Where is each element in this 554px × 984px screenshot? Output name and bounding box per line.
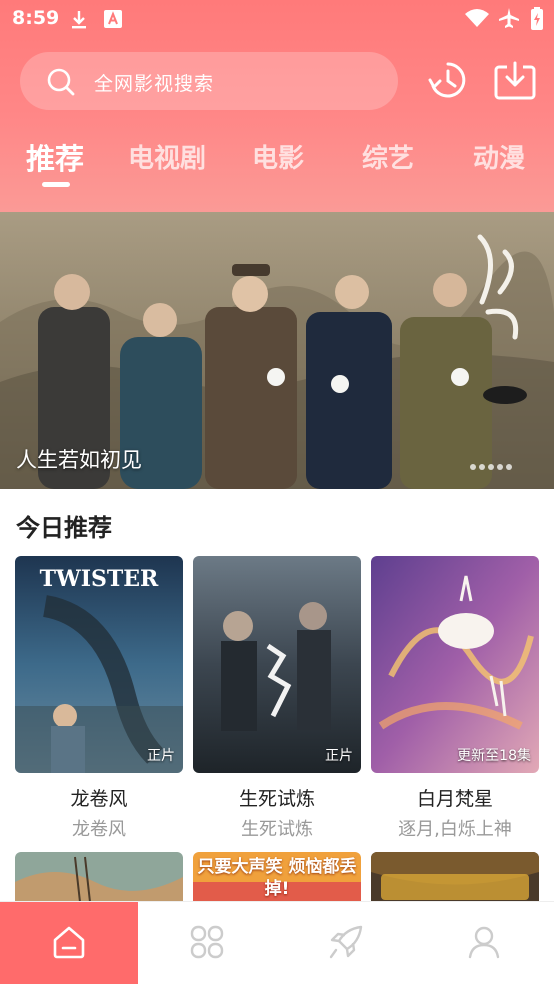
card-title: 白月梵星 — [416, 788, 493, 810]
bottom-nav — [0, 901, 554, 984]
category-icon — [190, 925, 224, 959]
poster-shengsi: 正片 — [193, 556, 361, 773]
carousel-dot — [470, 464, 476, 470]
carousel-dot — [488, 464, 494, 470]
banner-title: 人生若如初见 — [16, 448, 142, 472]
battery-icon — [531, 7, 543, 30]
poster-baiyue: 更新至18集 — [371, 556, 539, 773]
card-subtitle: 逐月,白烁上神 — [398, 819, 512, 840]
nav-category[interactable] — [138, 902, 276, 984]
status-badge: 更新至18集 — [457, 748, 531, 764]
rocket-icon — [329, 925, 363, 959]
history-icon[interactable] — [428, 60, 468, 100]
airplane-mode-icon — [499, 8, 519, 28]
poster-image — [193, 556, 361, 773]
card-title: 生死试炼 — [238, 788, 315, 810]
poster-title-text: 只要大声笑 烦恼都丢掉! — [197, 857, 357, 899]
tab-indicator — [42, 182, 70, 187]
poster-image: TWISTER — [15, 556, 183, 773]
carousel-dot — [497, 464, 503, 470]
tab-anime[interactable]: 动漫 — [473, 138, 525, 175]
poster-title-text: TWISTER — [40, 566, 159, 592]
video-card[interactable]: TWISTER 正片 龙卷风 龙卷风 — [15, 556, 183, 840]
nav-discover[interactable] — [277, 902, 415, 984]
status-badge: 正片 — [147, 748, 175, 764]
poster-twister: TWISTER 正片 — [15, 556, 183, 773]
home-icon — [53, 926, 85, 959]
search-input[interactable]: 全网影视搜索 — [20, 52, 398, 110]
tab-tv-series[interactable]: 电视剧 — [128, 138, 206, 175]
profile-icon — [468, 926, 500, 959]
search-icon — [47, 68, 75, 96]
header: 8:59 全网影视搜索 推荐 电视剧 电影 综艺 动漫 — [0, 0, 554, 212]
card-subtitle: 生死试炼 — [241, 819, 313, 840]
download-status-icon — [72, 11, 86, 29]
poster-image — [371, 556, 539, 773]
carousel-dot — [479, 464, 485, 470]
download-icon[interactable] — [494, 61, 536, 101]
section-title: 今日推荐 — [16, 514, 112, 542]
status-badge: 正片 — [325, 748, 353, 764]
banner-carousel[interactable]: 人生若如初见 — [0, 212, 554, 489]
video-card[interactable]: 更新至18集 白月梵星 逐月,白烁上神 — [371, 556, 539, 840]
status-time: 8:59 — [12, 7, 60, 29]
tab-variety[interactable]: 综艺 — [362, 138, 414, 175]
status-bar: 8:59 — [0, 0, 554, 38]
search-placeholder: 全网影视搜索 — [94, 73, 215, 95]
nav-profile[interactable] — [415, 902, 553, 984]
wifi-icon — [465, 9, 489, 27]
card-subtitle: 龙卷风 — [72, 819, 126, 840]
tab-movies[interactable]: 电影 — [252, 138, 304, 175]
app-status-icon — [104, 10, 122, 28]
card-title: 龙卷风 — [70, 788, 128, 810]
carousel-dot — [506, 464, 512, 470]
tab-recommend[interactable]: 推荐 — [26, 136, 84, 178]
video-card[interactable]: 正片 生死试炼 生死试炼 — [193, 556, 361, 840]
nav-home[interactable] — [0, 902, 138, 984]
category-tabs: 推荐 电视剧 电影 综艺 动漫 — [0, 132, 554, 192]
carousel-indicator — [470, 455, 515, 474]
